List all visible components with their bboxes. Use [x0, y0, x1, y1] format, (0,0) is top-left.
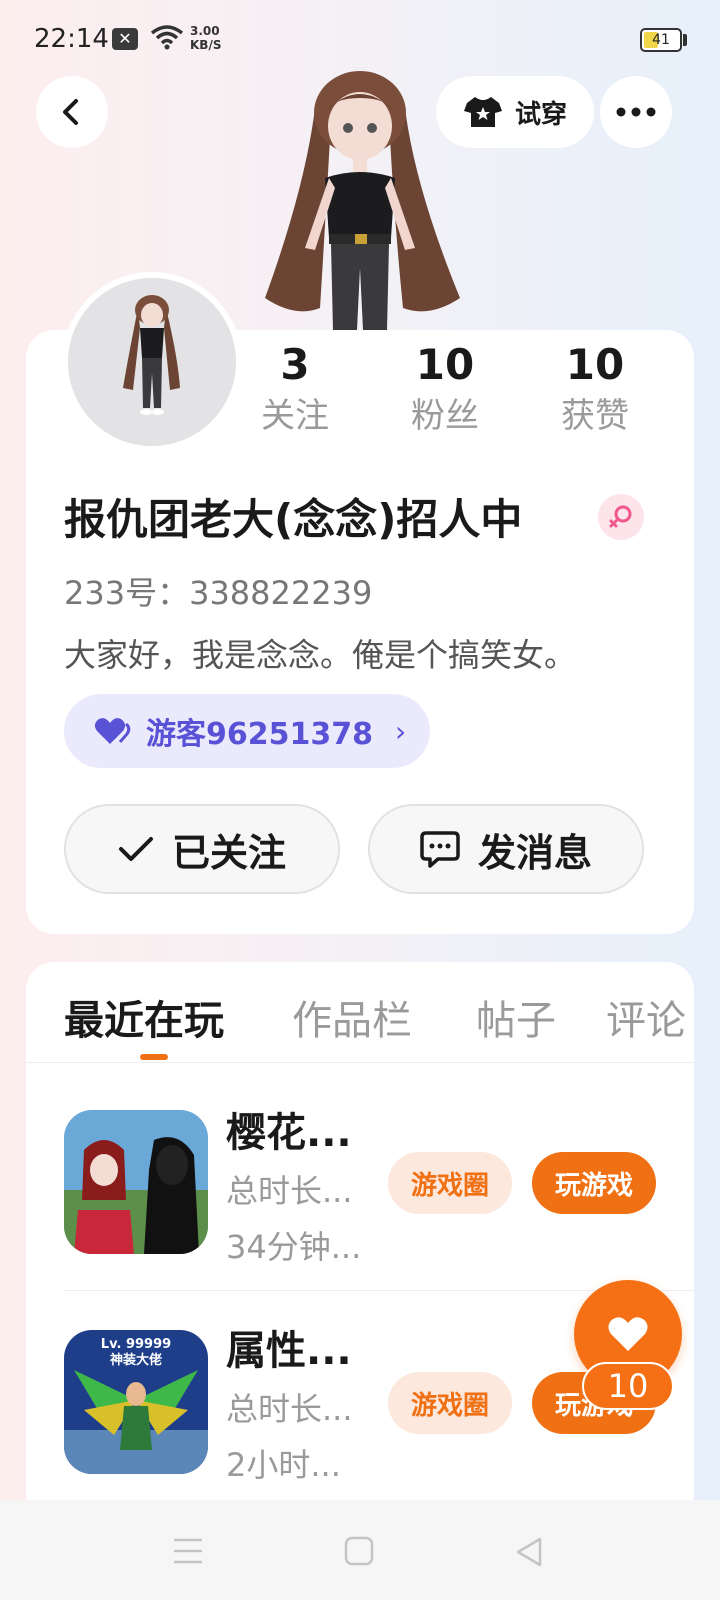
chevron-right-icon: › — [395, 714, 407, 748]
game-icon-attribute[interactable]: Lv. 99999 神装大佬 — [64, 1330, 208, 1474]
active-tab-indicator — [140, 1054, 168, 1060]
tab-posts[interactable]: 帖子 — [476, 988, 556, 1046]
avatar-character-image — [265, 71, 460, 330]
network-speed-unit: KB/S — [190, 38, 222, 52]
tab-comments[interactable]: 评论 — [606, 988, 686, 1046]
female-icon — [609, 505, 632, 528]
battery-level: 41 — [652, 32, 670, 48]
fans-label: 粉丝 — [411, 396, 479, 436]
menu-icon[interactable] — [172, 1536, 204, 1566]
fans-count: 10 — [415, 340, 475, 389]
game-circle-button[interactable]: 游戏圈 — [388, 1152, 512, 1214]
likes-label: 获赞 — [561, 396, 629, 436]
battery-icon: 41 — [640, 28, 682, 52]
username: 报仇团老大(念念)招人中 — [64, 495, 523, 544]
game-title: 樱花... — [226, 1110, 352, 1156]
back-arrow-icon — [63, 99, 78, 125]
send-message-label: 发消息 — [477, 830, 592, 875]
game-duration-value: 34分钟... — [226, 1228, 362, 1266]
tab-recently-played[interactable]: 最近在玩 — [64, 988, 224, 1046]
system-nav-bar — [0, 1500, 720, 1600]
tab-comments-clip: 评论 — [606, 988, 694, 1048]
gender-badge — [598, 494, 644, 540]
game-thumbnail — [64, 1110, 208, 1254]
game-thumbnail: Lv. 99999 神装大佬 — [64, 1330, 208, 1474]
check-icon — [118, 837, 153, 861]
try-on-label: 试穿 — [514, 99, 567, 130]
like-count: 10 — [582, 1362, 674, 1410]
tab-works[interactable]: 作品栏 — [292, 988, 412, 1046]
network-speed-value: 3.00 — [190, 24, 220, 38]
more-button[interactable] — [600, 76, 672, 148]
wifi-icon — [150, 25, 184, 50]
game-icon-rank: 神装大佬 — [110, 1352, 162, 1368]
stat-likes[interactable]: 10 获赞 — [540, 338, 650, 440]
network-speed: 3.00 KB/S — [190, 24, 221, 52]
user-id: 233号：338822239 — [64, 574, 373, 612]
game-circle-button[interactable]: 游戏圈 — [388, 1372, 512, 1434]
play-game-button[interactable]: 玩游戏 — [532, 1152, 656, 1214]
back-icon[interactable] — [514, 1536, 544, 1568]
chat-bubble-icon — [420, 831, 460, 868]
battery-tip — [683, 34, 687, 46]
stat-fans[interactable]: 10 粉丝 — [390, 338, 500, 440]
likes-count: 10 — [565, 340, 625, 389]
more-icon — [616, 107, 656, 117]
game-icon-level: Lv. 99999 — [101, 1337, 171, 1352]
game-duration-value: 2小时... — [226, 1446, 341, 1484]
following-count: 3 — [280, 340, 310, 389]
tab-divider — [26, 1062, 694, 1063]
following-label: 关注 — [261, 396, 329, 436]
game-duration-label: 总时长... — [226, 1390, 353, 1428]
avatar[interactable] — [62, 272, 242, 452]
heart-icon — [608, 1317, 648, 1351]
back-button[interactable] — [36, 76, 108, 148]
guest-badge-button[interactable]: 游客96251378 › — [64, 694, 430, 768]
game-icon-sakura[interactable] — [64, 1110, 208, 1254]
game-duration-label: 总时长... — [226, 1172, 353, 1210]
stat-following[interactable]: 3 关注 — [240, 338, 350, 440]
notification-icon: ✕ — [112, 28, 138, 50]
home-icon[interactable] — [344, 1536, 374, 1566]
followed-button[interactable]: 已关注 — [64, 804, 340, 894]
hearts-icon — [94, 718, 131, 744]
user-bio: 大家好，我是念念。俺是个搞笑女。 — [64, 636, 577, 674]
status-time: 22:14 — [34, 24, 109, 54]
guest-label: 游客96251378 — [146, 717, 373, 752]
followed-label: 已关注 — [171, 830, 286, 875]
avatar-image — [68, 278, 236, 446]
send-message-button[interactable]: 发消息 — [368, 804, 644, 894]
game-title: 属性... — [226, 1328, 352, 1374]
